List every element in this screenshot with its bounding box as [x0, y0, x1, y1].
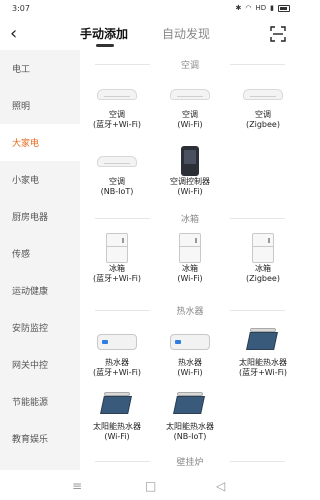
device-fridge-ble-wifi[interactable]: 冰箱 (蓝牙+Wi-Fi) [82, 232, 152, 284]
air-conditioner-icon [97, 155, 137, 167]
tab-manual-add[interactable]: 手动添加 [80, 25, 128, 42]
device-ac-nbiot[interactable]: 空调 (NB-IoT) [82, 145, 152, 197]
device-fridge-wifi[interactable]: 冰箱 (Wi-Fi) [155, 232, 225, 284]
sidebar-item-gateway[interactable]: 网关中控 [0, 346, 80, 383]
scan-icon[interactable] [270, 26, 286, 42]
device-heater-ble-wifi[interactable]: 热水器 (蓝牙+Wi-Fi) [82, 326, 152, 378]
back-nav-icon[interactable]: ◁ [216, 479, 225, 493]
air-conditioner-icon [170, 88, 210, 100]
solar-heater-icon [100, 392, 134, 420]
sidebar-item-kitchen[interactable]: 厨房电器 [0, 198, 80, 235]
air-conditioner-icon [97, 88, 137, 100]
battery-icon [278, 4, 290, 12]
device-solar-heater-ble-wifi[interactable]: 太阳能热水器 (蓝牙+Wi-Fi) [228, 326, 298, 378]
network-label: HD [255, 4, 267, 12]
section-title-wall-boiler: 壁挂炉 [80, 455, 300, 468]
fridge-icon [252, 233, 274, 263]
top-bar: ‹ 手动添加 自动发现 [0, 18, 300, 50]
section-title-ac: 空调 [80, 58, 300, 71]
section-title-heater: 热水器 [80, 304, 300, 317]
sidebar-item-lighting[interactable]: 照明 [0, 87, 80, 124]
section-title-fridge: 冰箱 [80, 212, 300, 225]
sidebar-item-health[interactable]: 运动健康 [0, 272, 80, 309]
water-heater-icon [170, 334, 210, 350]
device-ac-ble-wifi[interactable]: 空调 (蓝牙+Wi-Fi) [82, 78, 152, 130]
device-list: 空调 空调 (蓝牙+Wi-Fi) 空调 (Wi-Fi) 空调 (Zigbee) … [80, 50, 300, 470]
device-solar-heater-wifi[interactable]: 太阳能热水器 (Wi-Fi) [82, 390, 152, 442]
tab-auto-discover[interactable]: 自动发现 [162, 25, 210, 42]
sidebar-item-security[interactable]: 安防监控 [0, 309, 80, 346]
signal-icon: ▮ [270, 4, 274, 12]
menu-icon[interactable]: ≡ [72, 479, 82, 493]
tab-indicator [96, 44, 114, 47]
wifi-icon: ◠ [245, 4, 252, 12]
sidebar-item-energy[interactable]: 节能能源 [0, 383, 80, 420]
status-time: 3:07 [12, 4, 30, 13]
device-ac-controller[interactable]: 空调控制器 (Wi-Fi) [155, 145, 225, 197]
back-icon[interactable]: ‹ [10, 23, 17, 44]
device-solar-heater-nbiot[interactable]: 太阳能热水器 (NB-IoT) [155, 390, 225, 442]
fridge-icon [106, 233, 128, 263]
device-ac-zigbee[interactable]: 空调 (Zigbee) [228, 78, 298, 130]
solar-heater-icon [173, 392, 207, 420]
device-ac-wifi[interactable]: 空调 (Wi-Fi) [155, 78, 225, 130]
bluetooth-icon: ✱ [235, 4, 242, 12]
water-heater-icon [97, 334, 137, 350]
sidebar-item-major-appliances[interactable]: 大家电 [0, 124, 80, 161]
fridge-icon [179, 233, 201, 263]
device-heater-wifi[interactable]: 热水器 (Wi-Fi) [155, 326, 225, 378]
control-panel-icon [181, 146, 199, 176]
air-conditioner-icon [243, 88, 283, 100]
sidebar-item-education[interactable]: 教育娱乐 [0, 420, 80, 457]
solar-heater-icon [246, 328, 280, 356]
system-nav-bar: ≡ □ ◁ [0, 470, 300, 500]
sidebar-item-small-appliances[interactable]: 小家电 [0, 161, 80, 198]
device-fridge-zigbee[interactable]: 冰箱 (Zigbee) [228, 232, 298, 284]
sidebar-item-electrician[interactable]: 电工 [0, 50, 80, 87]
status-icons: ✱ ◠ HD ▮ [235, 4, 290, 12]
status-bar: 3:07 ✱ ◠ HD ▮ [0, 0, 300, 18]
home-icon[interactable]: □ [145, 479, 156, 493]
sidebar-item-sensors[interactable]: 传感 [0, 235, 80, 272]
category-sidebar: 电工 照明 大家电 小家电 厨房电器 传感 运动健康 安防监控 网关中控 节能能… [0, 50, 80, 470]
